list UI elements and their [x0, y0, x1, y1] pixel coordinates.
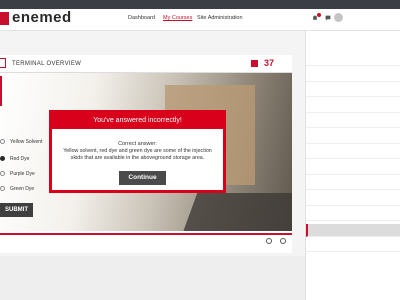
sidebar-menu-item[interactable]	[306, 177, 400, 190]
volume-icon[interactable]	[280, 238, 286, 244]
sidebar-menu-item[interactable]	[306, 239, 400, 252]
option-label[interactable]: Yellow Solvent	[10, 139, 42, 145]
sidebar-menu-item[interactable]	[306, 100, 400, 113]
slide-icon	[0, 58, 6, 68]
submit-button[interactable]: SUBMIT	[0, 203, 33, 217]
sidebar-menu-item[interactable]	[306, 131, 400, 144]
correct-answer-text: Yellow solvent, red dye and green dye ar…	[63, 148, 212, 161]
continue-button[interactable]: Continue	[119, 171, 166, 185]
slide-title: TERMINAL OVERVIEW	[12, 61, 82, 67]
app-root: enemed Dashboard My Courses Site Adminis…	[0, 0, 400, 300]
option-radio[interactable]	[0, 186, 5, 191]
sidebar-menu-item[interactable]	[306, 115, 400, 128]
option-label[interactable]: Green Dye	[10, 186, 34, 192]
modal-title: You've answered incorrectly!	[52, 113, 223, 129]
option-radio[interactable]	[0, 139, 5, 144]
correct-answer-label: Correct answer:	[118, 141, 157, 147]
book-icon[interactable]	[251, 60, 258, 67]
incorrect-answer-modal: You've answered incorrectly! Correct ans…	[49, 110, 226, 193]
option-label[interactable]: Red Dye	[10, 156, 29, 162]
browser-address-bar[interactable]	[0, 0, 400, 9]
user-avatar[interactable]	[334, 13, 343, 22]
logo-mark	[0, 12, 9, 25]
slide-counter: 37	[264, 58, 275, 68]
sidebar-menu-item[interactable]	[306, 146, 400, 159]
nav-my-courses[interactable]: My Courses	[163, 15, 192, 21]
sidebar-menu-item[interactable]	[306, 223, 400, 237]
sidebar-menu-item[interactable]	[306, 53, 400, 66]
notification-badge	[317, 13, 321, 17]
sidebar-menu-item[interactable]	[306, 84, 400, 97]
footer	[0, 256, 305, 300]
keyboard-image	[182, 193, 292, 231]
nav-dashboard[interactable]: Dashboard	[128, 15, 155, 21]
replay-icon[interactable]	[266, 238, 272, 244]
question-accent	[0, 76, 2, 106]
option-radio[interactable]	[0, 171, 5, 176]
option-radio[interactable]	[0, 156, 5, 161]
nav-site-administration[interactable]: Site Administration	[197, 15, 243, 21]
sidebar-menu-item[interactable]	[306, 208, 400, 221]
logo-text[interactable]: enemed	[12, 9, 72, 26]
option-label[interactable]: Purple Dye	[10, 171, 35, 177]
message-icon[interactable]	[325, 15, 331, 21]
sidebar-menu-item[interactable]	[306, 162, 400, 175]
progress-bar[interactable]	[0, 233, 292, 235]
sidebar-menu-item[interactable]	[306, 69, 400, 82]
sidebar-menu-item[interactable]	[306, 193, 400, 206]
